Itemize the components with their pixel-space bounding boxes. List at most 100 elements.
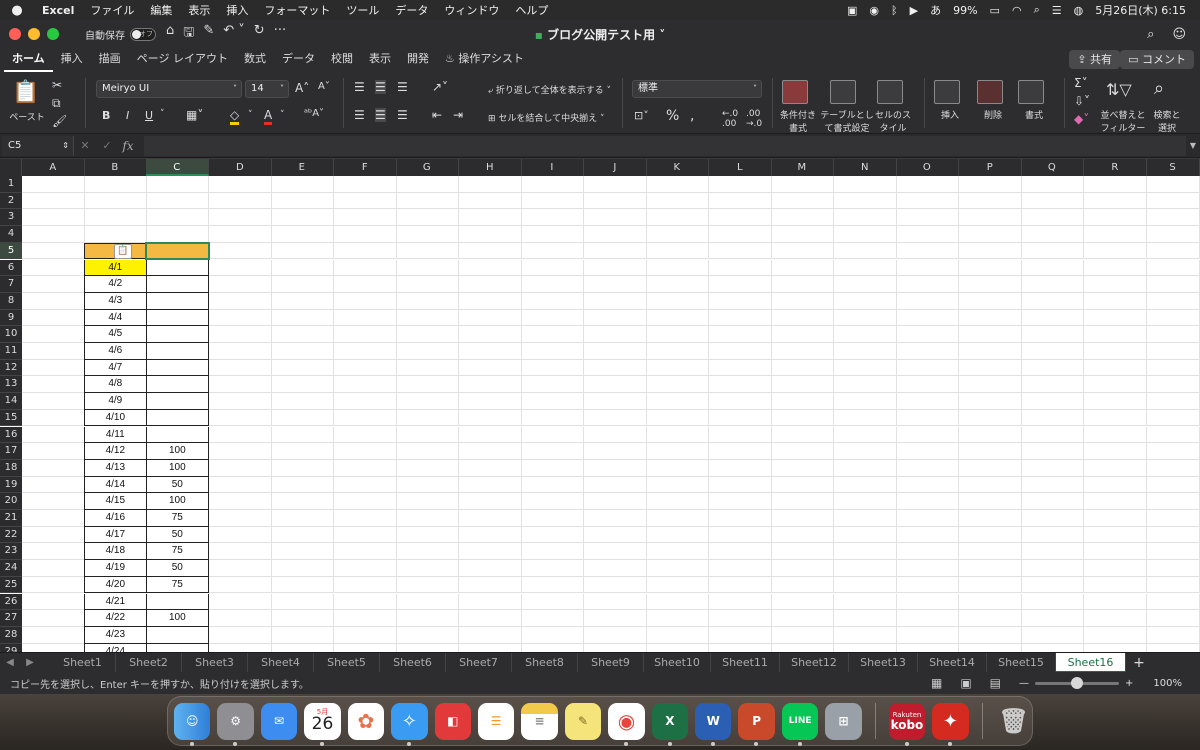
sheet-tab-sheet14[interactable]: Sheet14 [918,652,987,673]
cell-b15[interactable]: 4/10 [84,409,147,427]
cell-b23[interactable]: 4/18 [84,543,147,561]
cell-b18[interactable]: 4/13 [84,459,147,477]
cell-o10[interactable] [896,326,959,343]
cell-m11[interactable] [771,343,834,360]
cell-k2[interactable] [646,192,709,210]
cell-o29[interactable] [896,643,959,652]
cell-m14[interactable] [771,393,834,410]
kobo-icon[interactable]: Rakuten kobo [888,702,926,746]
cell-m17[interactable] [771,443,834,460]
chevron-down-icon[interactable]: ˅ [160,109,165,119]
cell-d4[interactable] [209,226,272,243]
page-break-view-icon[interactable]: ▤ [990,676,1001,690]
cell-b29[interactable]: 4/24 [84,643,147,652]
cell-i6[interactable] [521,259,584,277]
number-format-select[interactable]: 標準 ˅ [632,80,762,98]
cell-j23[interactable] [584,543,647,561]
cell-k14[interactable] [646,393,709,410]
underline-button[interactable]: U [145,109,153,122]
column-header-h[interactable]: H [459,159,522,176]
cell-m22[interactable] [771,526,834,544]
cell-c2[interactable] [146,192,209,210]
add-sheet-button[interactable]: + [1126,655,1152,671]
cell-p2[interactable] [959,192,1022,210]
search-icon[interactable]: ⌕ [1147,27,1154,42]
chevron-down-icon[interactable]: ˅ [280,110,285,120]
cell-g7[interactable] [396,276,459,293]
cell-q7[interactable] [1021,276,1084,293]
cell-s19[interactable] [1146,476,1200,494]
spotlight-search-icon[interactable]: ⌕ [1034,3,1040,17]
cell-a16[interactable] [22,426,85,444]
menu-tools[interactable]: ツール [338,2,387,18]
cell-a17[interactable] [22,443,85,460]
control-center-icon[interactable]: ☰ [1052,4,1062,17]
cell-m2[interactable] [771,192,834,210]
autosave-toggle[interactable]: オフ [130,27,156,41]
cell-n2[interactable] [834,192,897,210]
insert-cells-icon[interactable] [934,80,960,104]
row-header[interactable]: 22 [0,526,22,544]
cell-m10[interactable] [771,326,834,343]
cell-q11[interactable] [1021,343,1084,360]
cell-h17[interactable] [459,443,522,460]
cell-o27[interactable] [896,610,959,627]
cell-q12[interactable] [1021,359,1084,377]
cell-f12[interactable] [334,359,397,377]
cell-d7[interactable] [209,276,272,293]
cell-a7[interactable] [22,276,85,293]
row-header[interactable]: 14 [0,393,22,410]
align-bottom-icon[interactable]: ☰ [397,80,408,94]
cell-r13[interactable] [1084,376,1147,394]
cell-d10[interactable] [209,326,272,343]
cell-k3[interactable] [646,209,709,227]
cell-a8[interactable] [22,292,85,310]
align-middle-icon[interactable]: ☰ [375,80,386,94]
cell-d14[interactable] [209,393,272,410]
powerpoint-icon[interactable]: P [738,702,775,746]
cell-f10[interactable] [334,326,397,343]
cell-c6[interactable] [146,259,209,277]
tab-insert[interactable]: 挿入 [53,48,91,72]
cell-l5[interactable] [709,242,772,260]
cell-b8[interactable]: 4/3 [84,292,147,310]
cell-r19[interactable] [1084,476,1147,494]
cell-a10[interactable] [22,326,85,343]
cell-j13[interactable] [584,376,647,394]
cell-a9[interactable] [22,309,85,327]
cell-h19[interactable] [459,476,522,494]
cell-o1[interactable] [896,176,959,193]
cell-e5[interactable] [271,242,334,260]
cell-f18[interactable] [334,459,397,477]
cell-m13[interactable] [771,376,834,394]
cell-g29[interactable] [396,643,459,652]
row-header[interactable]: 13 [0,376,22,394]
cell-b20[interactable]: 4/15 [84,493,147,510]
ime-indicator[interactable]: あ [930,2,941,18]
cell-c23[interactable]: 75 [146,543,209,561]
cell-d16[interactable] [209,426,272,444]
cell-s2[interactable] [1146,192,1200,210]
cell-q22[interactable] [1021,526,1084,544]
cell-f28[interactable] [334,626,397,644]
row-header[interactable]: 29 [0,643,22,652]
cell-g1[interactable] [396,176,459,193]
font-size-select[interactable]: 14 ˅ [245,80,289,98]
cell-b24[interactable]: 4/19 [84,560,147,577]
cell-o11[interactable] [896,343,959,360]
stickies-icon[interactable]: ✎ [564,702,602,740]
sort-filter-label[interactable]: 並べ替えとフィルター [1098,108,1148,134]
cell-h23[interactable] [459,543,522,561]
cell-h2[interactable] [459,192,522,210]
cell-n29[interactable] [834,643,897,652]
cell-m16[interactable] [771,426,834,444]
cell-b19[interactable]: 4/14 [84,476,147,494]
cell-e23[interactable] [271,543,334,561]
cell-j28[interactable] [584,626,647,644]
cell-g26[interactable] [396,593,459,611]
launchpad-icon[interactable]: ⊞ [825,702,862,740]
cell-i25[interactable] [521,576,584,594]
cell-a29[interactable] [22,643,85,652]
cell-k27[interactable] [646,610,709,627]
cell-r8[interactable] [1084,292,1147,310]
